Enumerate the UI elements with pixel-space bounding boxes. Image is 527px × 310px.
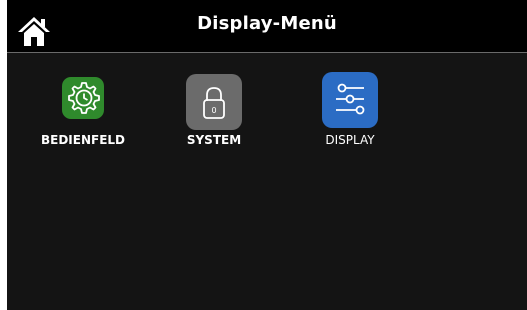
page-title: Display-Menü — [197, 13, 337, 34]
tile-bedienfeld[interactable]: BEDIENFELD — [28, 72, 138, 152]
tile-label-system: SYSTEM — [186, 133, 242, 147]
padlock-icon: 0 — [186, 74, 242, 130]
display-screen: Display-Menü BEDIENFELD 0 SYSTEM DISPLAY — [7, 0, 527, 310]
tile-label-display: DISPLAY — [325, 133, 375, 147]
header-bar: Display-Menü — [7, 0, 527, 53]
tile-label-bedienfeld: BEDIENFELD — [40, 133, 125, 147]
tile-display[interactable]: DISPLAY — [295, 72, 405, 152]
gear-clock-icon — [62, 77, 104, 119]
sliders-icon — [322, 72, 378, 128]
lock-digit: 0 — [211, 106, 216, 115]
tile-system[interactable]: 0 SYSTEM — [159, 72, 269, 152]
